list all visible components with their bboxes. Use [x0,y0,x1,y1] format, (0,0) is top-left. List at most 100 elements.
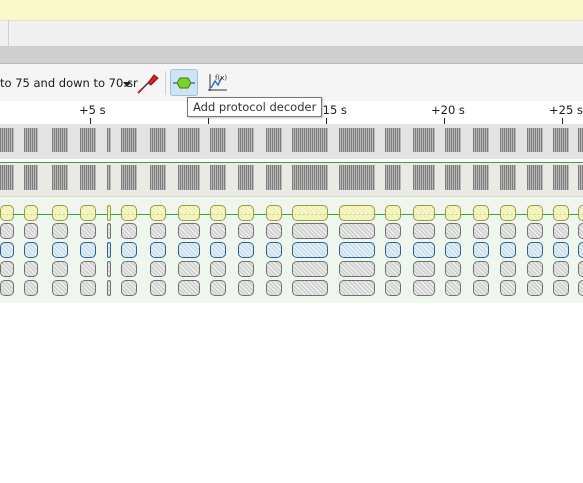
decoder-annotation[interactable] [52,261,68,277]
decoder-annotation[interactable] [445,280,461,296]
decoder-annotation[interactable] [385,205,401,221]
decoder-annotation[interactable] [121,280,137,296]
decoder-annotation[interactable] [238,242,254,258]
decoder-annotation[interactable] [292,223,328,239]
decoder-annotation[interactable] [0,242,14,258]
decoder-annotation[interactable] [150,242,166,258]
decoder-annotation[interactable] [445,223,461,239]
decoder-annotation[interactable] [473,261,489,277]
decoder-annotation[interactable] [210,223,226,239]
probe-button[interactable] [134,69,162,96]
decoder-annotation[interactable] [178,261,200,277]
decoder-annotation[interactable] [80,242,96,258]
decoder-annotation[interactable] [473,223,489,239]
decoder-annotation[interactable] [473,205,489,221]
decoder-annotation[interactable] [527,205,543,221]
decoder-annotation[interactable] [107,223,111,239]
decoder-annotation[interactable] [500,261,516,277]
decoder-annotation[interactable] [238,223,254,239]
decoder-annotation[interactable] [339,261,375,277]
decoder-annotation[interactable] [80,205,96,221]
decoder-annotation[interactable] [385,223,401,239]
decoder-annotation[interactable] [107,261,111,277]
decoder-annotation[interactable] [0,223,14,239]
decoder-annotation[interactable] [0,205,14,221]
decoder-annotation[interactable] [413,223,435,239]
decoder-annotation[interactable] [150,223,166,239]
decoder-annotation[interactable] [24,242,38,258]
decoder-annotation[interactable] [578,223,583,239]
add-decoder-button[interactable] [170,69,198,96]
decoder-annotation[interactable] [339,205,375,221]
decoder-annotation[interactable] [121,261,137,277]
decoder-annotation[interactable] [339,242,375,258]
decoder-annotation[interactable] [107,242,111,258]
decoder-annotation[interactable] [238,205,254,221]
decoder-annotation[interactable] [578,280,583,296]
decoder-annotation[interactable] [445,261,461,277]
decoder-annotation[interactable] [121,242,137,258]
decoder-annotation[interactable] [413,261,435,277]
decoder-annotation[interactable] [527,280,543,296]
session-selector[interactable]: to 75 and down to 70.sr [0,76,138,90]
decoder-annotation[interactable] [150,205,166,221]
decoder-annotation[interactable] [24,223,38,239]
decoder-annotation[interactable] [150,280,166,296]
decoder-annotation[interactable] [553,223,569,239]
decoder-annotation[interactable] [527,223,543,239]
decoder-annotation[interactable] [178,223,200,239]
decoder-annotation[interactable] [107,205,111,221]
decoder-annotation[interactable] [178,205,200,221]
decoder-annotation[interactable] [24,261,38,277]
logic-trace-1[interactable] [0,124,583,159]
decoder-annotation[interactable] [0,280,14,296]
decoder-annotation[interactable] [210,205,226,221]
decoder-annotation[interactable] [292,261,328,277]
decoder-annotation[interactable] [24,280,38,296]
decoder-annotation[interactable] [52,280,68,296]
decoder-annotation[interactable] [339,223,375,239]
decoder-annotation[interactable] [24,205,38,221]
decoder-annotation[interactable] [210,280,226,296]
decoder-annotation[interactable] [292,205,328,221]
decoder-annotation[interactable] [527,242,543,258]
decoder-annotation[interactable] [445,205,461,221]
decoder-annotation[interactable] [266,242,282,258]
logic-trace-2[interactable] [0,163,583,196]
decoder-annotation[interactable] [52,205,68,221]
decoder-annotation[interactable] [266,280,282,296]
decoder-annotation[interactable] [266,261,282,277]
decoder-annotation[interactable] [121,205,137,221]
decoder-annotation[interactable] [445,242,461,258]
decoder-annotation[interactable] [413,205,435,221]
decoder-annotation[interactable] [210,242,226,258]
decoder-annotation[interactable] [238,261,254,277]
decoder-annotation[interactable] [473,280,489,296]
decoder-annotation[interactable] [578,205,583,221]
decoder-annotation[interactable] [52,242,68,258]
decoder-annotation[interactable] [527,261,543,277]
decoder-annotation[interactable] [292,242,328,258]
decoder-annotation[interactable] [238,280,254,296]
decoder-annotation[interactable] [385,242,401,258]
decoder-annotation[interactable] [500,205,516,221]
decoder-annotation[interactable] [292,280,328,296]
decoder-annotation[interactable] [413,280,435,296]
decoder-annotation[interactable] [500,280,516,296]
decoder-annotation[interactable] [121,223,137,239]
decoder-annotation[interactable] [578,242,583,258]
decoder-annotation[interactable] [553,205,569,221]
decoder-annotation[interactable] [80,223,96,239]
decoder-annotation[interactable] [385,261,401,277]
decoder-annotation[interactable] [266,205,282,221]
decoder-annotation[interactable] [473,242,489,258]
decoder-annotation[interactable] [500,242,516,258]
decoder-annotation[interactable] [0,261,14,277]
decoder-annotation[interactable] [80,261,96,277]
decoder-annotation[interactable] [500,223,516,239]
decoder-trace-area[interactable] [0,196,583,303]
decoder-annotation[interactable] [107,280,111,296]
decoder-annotation[interactable] [266,223,282,239]
decoder-annotation[interactable] [413,242,435,258]
chevron-down-icon[interactable] [123,82,131,87]
